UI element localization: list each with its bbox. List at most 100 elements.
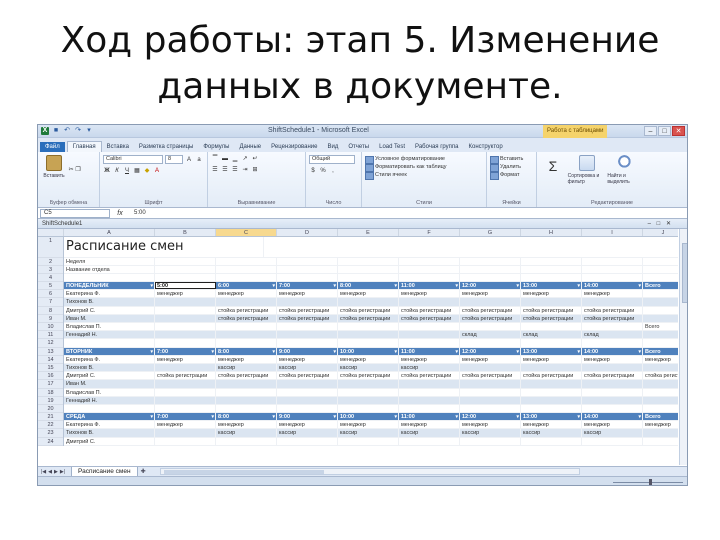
row-header[interactable]: 14 bbox=[38, 356, 63, 364]
table-cell[interactable] bbox=[216, 273, 277, 282]
table-cell[interactable] bbox=[521, 298, 582, 306]
table-cell[interactable]: стойка регистрации bbox=[277, 306, 338, 314]
table-cell[interactable] bbox=[460, 257, 521, 265]
table-cell[interactable]: стойка регистрации bbox=[643, 372, 678, 379]
table-cell[interactable] bbox=[643, 258, 678, 265]
ribbon-tab-6[interactable]: Рецензирование bbox=[266, 142, 322, 152]
save-icon[interactable]: ■ bbox=[52, 127, 60, 135]
undo-icon[interactable]: ↶ bbox=[63, 127, 71, 135]
table-cell[interactable] bbox=[155, 257, 216, 265]
table-cell[interactable] bbox=[216, 265, 277, 273]
cell-styles-button[interactable]: Стили ячеек bbox=[365, 171, 483, 180]
table-cell[interactable]: менеджер bbox=[399, 290, 460, 298]
table-cell[interactable] bbox=[216, 339, 277, 347]
table-cell[interactable]: менеджер bbox=[216, 421, 277, 429]
formula-input[interactable]: 5:00 bbox=[130, 210, 146, 216]
table-cell[interactable]: стойка регистрации bbox=[155, 372, 216, 380]
sheet-tab-schedule[interactable]: Расписание смен bbox=[71, 466, 138, 477]
table-cell[interactable]: кассир bbox=[216, 429, 277, 437]
table-cell[interactable] bbox=[155, 388, 216, 396]
table-cell[interactable]: стойка регистрации bbox=[582, 306, 643, 314]
table-cell[interactable] bbox=[216, 437, 277, 445]
ribbon-tab-8[interactable]: Отчеты bbox=[343, 142, 374, 152]
table-cell[interactable] bbox=[155, 323, 216, 331]
table-cell[interactable] bbox=[155, 298, 216, 306]
table-cell[interactable]: 14:00 bbox=[582, 282, 643, 290]
customize-qat-icon[interactable]: ▾ bbox=[85, 127, 93, 135]
table-cell[interactable] bbox=[216, 396, 277, 404]
table-cell[interactable] bbox=[338, 404, 399, 413]
table-cell[interactable] bbox=[582, 404, 643, 413]
table-cell[interactable]: менеджер bbox=[277, 355, 338, 363]
row-header[interactable]: 4 bbox=[38, 274, 63, 283]
table-cell[interactable] bbox=[582, 363, 643, 372]
table-cell[interactable]: стойка регистрации bbox=[460, 306, 521, 314]
table-cell[interactable] bbox=[643, 389, 678, 396]
row-header[interactable]: 9 bbox=[38, 315, 63, 323]
underline-icon[interactable]: Ч bbox=[123, 167, 131, 175]
table-cell[interactable] bbox=[338, 273, 399, 282]
table-cell[interactable] bbox=[643, 380, 678, 388]
table-cell[interactable]: 8:00 bbox=[338, 282, 399, 290]
table-cell[interactable] bbox=[155, 404, 216, 413]
ribbon-tab-1[interactable]: Главная bbox=[66, 141, 102, 152]
column-header[interactable]: J bbox=[643, 229, 678, 236]
worksheet-grid[interactable]: ABCDEFGHIJ 1 2 3 4 5 6 7 8 9 10 11 12 13 14 15 16 17 18 19… bbox=[38, 229, 678, 465]
table-cell[interactable] bbox=[521, 265, 582, 273]
table-cell[interactable] bbox=[155, 339, 216, 347]
table-cell[interactable]: 10:00 bbox=[338, 413, 399, 421]
table-cell[interactable] bbox=[155, 273, 216, 282]
table-cell[interactable] bbox=[277, 265, 338, 273]
table-cell[interactable] bbox=[643, 274, 678, 281]
name-box[interactable]: C5 bbox=[40, 208, 110, 218]
table-cell[interactable] bbox=[582, 396, 643, 404]
bold-icon[interactable]: Ж bbox=[103, 167, 111, 175]
table-cell[interactable]: менеджер bbox=[338, 290, 399, 298]
table-cell[interactable]: менеджер bbox=[521, 355, 582, 363]
row-header[interactable]: 3 bbox=[38, 266, 63, 274]
table-cell[interactable]: кассир bbox=[521, 429, 582, 437]
table-cell[interactable]: стойка регистрации bbox=[399, 372, 460, 380]
insert-sheet-icon[interactable]: ✚ bbox=[141, 468, 146, 475]
table-cell[interactable] bbox=[521, 257, 582, 265]
table-cell[interactable]: стойка регистрации bbox=[277, 314, 338, 322]
row-header[interactable]: 8 bbox=[38, 307, 63, 315]
table-cell[interactable] bbox=[521, 404, 582, 413]
column-header[interactable]: C bbox=[216, 229, 277, 236]
grow-font-icon[interactable]: A bbox=[185, 156, 193, 164]
row-header[interactable]: 22 bbox=[38, 421, 63, 430]
ribbon-tab-4[interactable]: Формулы bbox=[198, 142, 234, 152]
vertical-scroll-thumb[interactable] bbox=[682, 243, 687, 303]
table-cell[interactable] bbox=[155, 265, 216, 273]
table-cell[interactable] bbox=[277, 323, 338, 331]
row-label-cell[interactable]: Дмитрий С. bbox=[64, 437, 155, 445]
row-header[interactable]: 10 bbox=[38, 323, 63, 332]
row-label-cell[interactable]: Иван М. bbox=[64, 314, 155, 322]
table-cell[interactable] bbox=[460, 323, 521, 331]
ribbon-tab-7[interactable]: Вид bbox=[323, 142, 344, 152]
table-cell[interactable] bbox=[399, 265, 460, 273]
table-cell[interactable] bbox=[582, 380, 643, 388]
ribbon-tab-2[interactable]: Вставка bbox=[102, 142, 134, 152]
table-cell[interactable] bbox=[399, 339, 460, 347]
table-cell[interactable] bbox=[277, 404, 338, 413]
table-cell[interactable] bbox=[277, 380, 338, 388]
table-cell[interactable]: менеджер bbox=[216, 290, 277, 298]
table-cell[interactable]: кассир bbox=[338, 363, 399, 372]
table-cell[interactable] bbox=[582, 437, 643, 445]
excel-logo-icon[interactable]: X bbox=[41, 127, 49, 135]
table-cell[interactable]: 7:00 bbox=[155, 347, 216, 355]
table-cell[interactable] bbox=[460, 265, 521, 273]
table-cell[interactable] bbox=[460, 437, 521, 445]
table-cell[interactable]: 12:00 bbox=[460, 413, 521, 421]
insert-cells-button[interactable]: Вставить bbox=[490, 155, 533, 164]
table-cell[interactable] bbox=[277, 437, 338, 445]
row-label-cell[interactable]: Неделя bbox=[64, 257, 155, 265]
ribbon-tab-9[interactable]: Load Test bbox=[374, 142, 410, 152]
insert-function-icon[interactable]: fx bbox=[110, 210, 130, 217]
copy-icon[interactable]: ❐ bbox=[75, 167, 80, 173]
table-cell[interactable] bbox=[582, 388, 643, 396]
row-label-cell[interactable] bbox=[64, 339, 155, 347]
italic-icon[interactable]: К bbox=[113, 167, 121, 175]
table-cell[interactable] bbox=[338, 380, 399, 388]
